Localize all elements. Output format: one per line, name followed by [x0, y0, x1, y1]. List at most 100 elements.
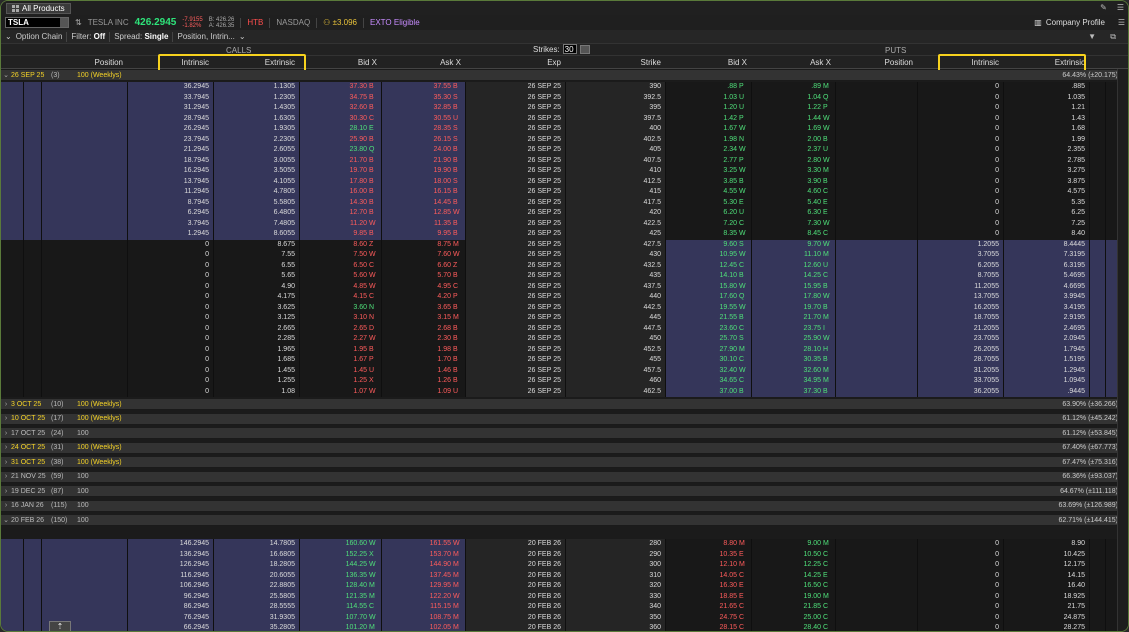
- put-ask[interactable]: 15.95 B: [751, 282, 835, 293]
- chain-row[interactable]: 116.2945 20.6055 136.35 W 137.45 M 20 FEB 26 31…: [1, 570, 1128, 582]
- put-ask[interactable]: 14.25 E: [751, 571, 835, 582]
- chain-row[interactable]: 33.7945 1.2305 34.75 B 35.30 S 26 SEP 25 392.5 1…: [1, 92, 1128, 104]
- filter-control[interactable]: Filter: Off: [71, 32, 105, 41]
- expiration-header[interactable]: ⌄ 20 FEB 26 (150) 100 62.71% (±144.415): [1, 515, 1128, 526]
- put-bid[interactable]: 6.20 U: [665, 208, 751, 219]
- put-bid[interactable]: 18.85 E: [665, 592, 751, 603]
- all-products-button[interactable]: All Products: [6, 2, 71, 14]
- call-bid[interactable]: 28.10 E: [299, 124, 381, 135]
- chain-row[interactable]: 86.2945 28.5555 114.55 C 115.15 M 20 FEB 26 340…: [1, 602, 1128, 613]
- call-bid[interactable]: 21.70 B: [299, 156, 381, 167]
- put-ask[interactable]: 25.00 C: [751, 613, 835, 624]
- put-bid[interactable]: 9.60 S: [665, 240, 751, 251]
- call-ask[interactable]: 6.60 Z: [381, 261, 465, 272]
- call-ask[interactable]: 153.70 M: [381, 550, 465, 561]
- call-bid[interactable]: 160.60 W: [299, 539, 381, 550]
- collapse-icon[interactable]: ⌄: [5, 32, 12, 41]
- col-position[interactable]: Position: [41, 56, 127, 69]
- chevron-down-icon[interactable]: [60, 18, 68, 27]
- put-ask[interactable]: 30.35 B: [751, 355, 835, 366]
- call-ask[interactable]: 1.26 B: [381, 376, 465, 387]
- chain-row[interactable]: 0 2.665 2.65 D 2.68 B 26 SEP 25 447.5 23.60 C 23.7…: [1, 323, 1128, 335]
- chain-row[interactable]: 31.2945 1.4305 32.60 B 32.85 B 26 SEP 25 395 1.2…: [1, 103, 1128, 114]
- call-ask[interactable]: 3.65 B: [381, 303, 465, 314]
- chain-row[interactable]: 146.2945 14.7805 160.60 W 161.55 W 20 FEB 26 28…: [1, 539, 1128, 550]
- call-bid[interactable]: 107.70 W: [299, 613, 381, 624]
- call-ask[interactable]: 14.45 B: [381, 198, 465, 209]
- call-ask[interactable]: 30.55 U: [381, 114, 465, 125]
- put-ask[interactable]: 12.60 U: [751, 261, 835, 272]
- call-ask[interactable]: 1.98 B: [381, 345, 465, 356]
- col-exp[interactable]: Exp: [465, 56, 565, 69]
- put-bid[interactable]: 37.00 B: [665, 387, 751, 398]
- put-bid[interactable]: 8.80 M: [665, 539, 751, 550]
- put-ask[interactable]: 17.80 W: [751, 292, 835, 303]
- put-ask[interactable]: 2.80 W: [751, 156, 835, 167]
- call-bid[interactable]: 1.07 W: [299, 387, 381, 398]
- chain-row[interactable]: 0 1.08 1.07 W 1.09 U 26 SEP 25 462.5 37.00 B 37.30…: [1, 386, 1128, 398]
- call-ask[interactable]: 122.20 W: [381, 592, 465, 603]
- call-ask[interactable]: 19.90 B: [381, 166, 465, 177]
- call-bid[interactable]: 121.35 M: [299, 592, 381, 603]
- put-ask[interactable]: 28.40 C: [751, 623, 835, 631]
- col-put-bid[interactable]: Bid X: [665, 56, 751, 69]
- expiration-header[interactable]: › 3 OCT 25 (10) 100 (Weeklys) 63.90% (±36.26…: [1, 399, 1128, 410]
- call-ask[interactable]: 2.68 B: [381, 324, 465, 335]
- expiration-header[interactable]: ⌄ 26 SEP 25 (3) 100 (Weeklys) 64.43% (±20.17…: [1, 70, 1128, 81]
- put-bid[interactable]: 34.65 C: [665, 376, 751, 387]
- strikes-input[interactable]: 30: [562, 44, 577, 54]
- chain-row[interactable]: 6.2945 6.4805 12.70 B 12.85 W 26 SEP 25 420 6.20…: [1, 208, 1128, 219]
- chain-row[interactable]: 0 8.675 8.60 Z 8.75 M 26 SEP 25 427.5 9.60 S 9.70 W…: [1, 239, 1128, 251]
- chain-row[interactable]: 16.2945 3.5055 19.70 B 19.90 B 26 SEP 25 410 3.2…: [1, 166, 1128, 177]
- chain-row[interactable]: 66.2945 35.2805 101.20 M 102.05 M 20 FEB 26 360…: [1, 623, 1128, 631]
- call-ask[interactable]: 9.95 B: [381, 229, 465, 240]
- put-bid[interactable]: 12.10 M: [665, 560, 751, 571]
- spread-control[interactable]: Spread: Single: [114, 32, 168, 41]
- put-bid[interactable]: 14.05 C: [665, 571, 751, 582]
- call-bid[interactable]: 16.00 B: [299, 187, 381, 198]
- call-bid[interactable]: 8.60 Z: [299, 240, 381, 251]
- call-bid[interactable]: 23.80 Q: [299, 145, 381, 156]
- put-ask[interactable]: 2.00 B: [751, 135, 835, 146]
- call-bid[interactable]: 114.55 C: [299, 602, 381, 613]
- chain-row[interactable]: 0 1.685 1.67 P 1.70 B 26 SEP 25 455 30.10 C 30.35 B…: [1, 355, 1128, 366]
- put-bid[interactable]: 32.40 W: [665, 366, 751, 377]
- put-ask[interactable]: 3.90 B: [751, 177, 835, 188]
- put-ask[interactable]: 19.70 B: [751, 303, 835, 314]
- put-ask[interactable]: 1.22 P: [751, 103, 835, 114]
- popout-icon[interactable]: ⧉: [1110, 32, 1116, 42]
- chain-row[interactable]: 21.2945 2.6055 23.80 Q 24.00 B 26 SEP 25 405 2.3…: [1, 145, 1128, 156]
- call-bid[interactable]: 7.50 W: [299, 250, 381, 261]
- put-ask[interactable]: 3.30 M: [751, 166, 835, 177]
- chain-row[interactable]: 0 5.65 5.60 W 5.70 B 26 SEP 25 435 14.10 B 14.25 C 8…: [1, 271, 1128, 282]
- put-ask[interactable]: 5.40 E: [751, 198, 835, 209]
- call-bid[interactable]: 32.60 B: [299, 103, 381, 114]
- put-ask[interactable]: 2.37 U: [751, 145, 835, 156]
- put-bid[interactable]: 23.60 C: [665, 324, 751, 335]
- put-ask[interactable]: 21.70 M: [751, 313, 835, 324]
- call-bid[interactable]: 2.27 W: [299, 334, 381, 345]
- put-ask[interactable]: 28.10 H: [751, 345, 835, 356]
- put-bid[interactable]: 10.95 W: [665, 250, 751, 261]
- put-bid[interactable]: 14.10 B: [665, 271, 751, 282]
- call-bid[interactable]: 1.45 U: [299, 366, 381, 377]
- expiration-header[interactable]: › 17 OCT 25 (24) 100 61.12% (±53.845): [1, 428, 1128, 439]
- expiration-header[interactable]: › 21 NOV 25 (59) 100 66.36% (±93.037): [1, 471, 1128, 483]
- chain-row[interactable]: 0 3.625 3.60 N 3.65 B 26 SEP 25 442.5 19.55 W 19.7…: [1, 302, 1128, 314]
- chain-row[interactable]: 126.2945 18.2805 144.25 W 144.90 M 20 FEB 26 30…: [1, 560, 1128, 571]
- put-ask[interactable]: 10.50 C: [751, 550, 835, 561]
- put-ask[interactable]: 14.25 C: [751, 271, 835, 282]
- put-ask[interactable]: 1.44 W: [751, 114, 835, 125]
- put-ask[interactable]: 32.60 M: [751, 366, 835, 377]
- put-bid[interactable]: 1.67 W: [665, 124, 751, 135]
- call-ask[interactable]: 35.30 S: [381, 93, 465, 104]
- call-ask[interactable]: 24.00 B: [381, 145, 465, 156]
- put-bid[interactable]: 12.45 C: [665, 261, 751, 272]
- put-ask[interactable]: 16.50 C: [751, 581, 835, 592]
- chain-row[interactable]: 76.2945 31.9305 107.70 W 108.75 M 20 FEB 26 350…: [1, 612, 1128, 624]
- call-bid[interactable]: 101.20 M: [299, 623, 381, 631]
- put-ask[interactable]: 37.30 B: [751, 387, 835, 398]
- option-chain-label[interactable]: Option Chain: [16, 32, 63, 41]
- pin-icon[interactable]: ✎: [1100, 3, 1107, 12]
- put-ask[interactable]: 9.70 W: [751, 240, 835, 251]
